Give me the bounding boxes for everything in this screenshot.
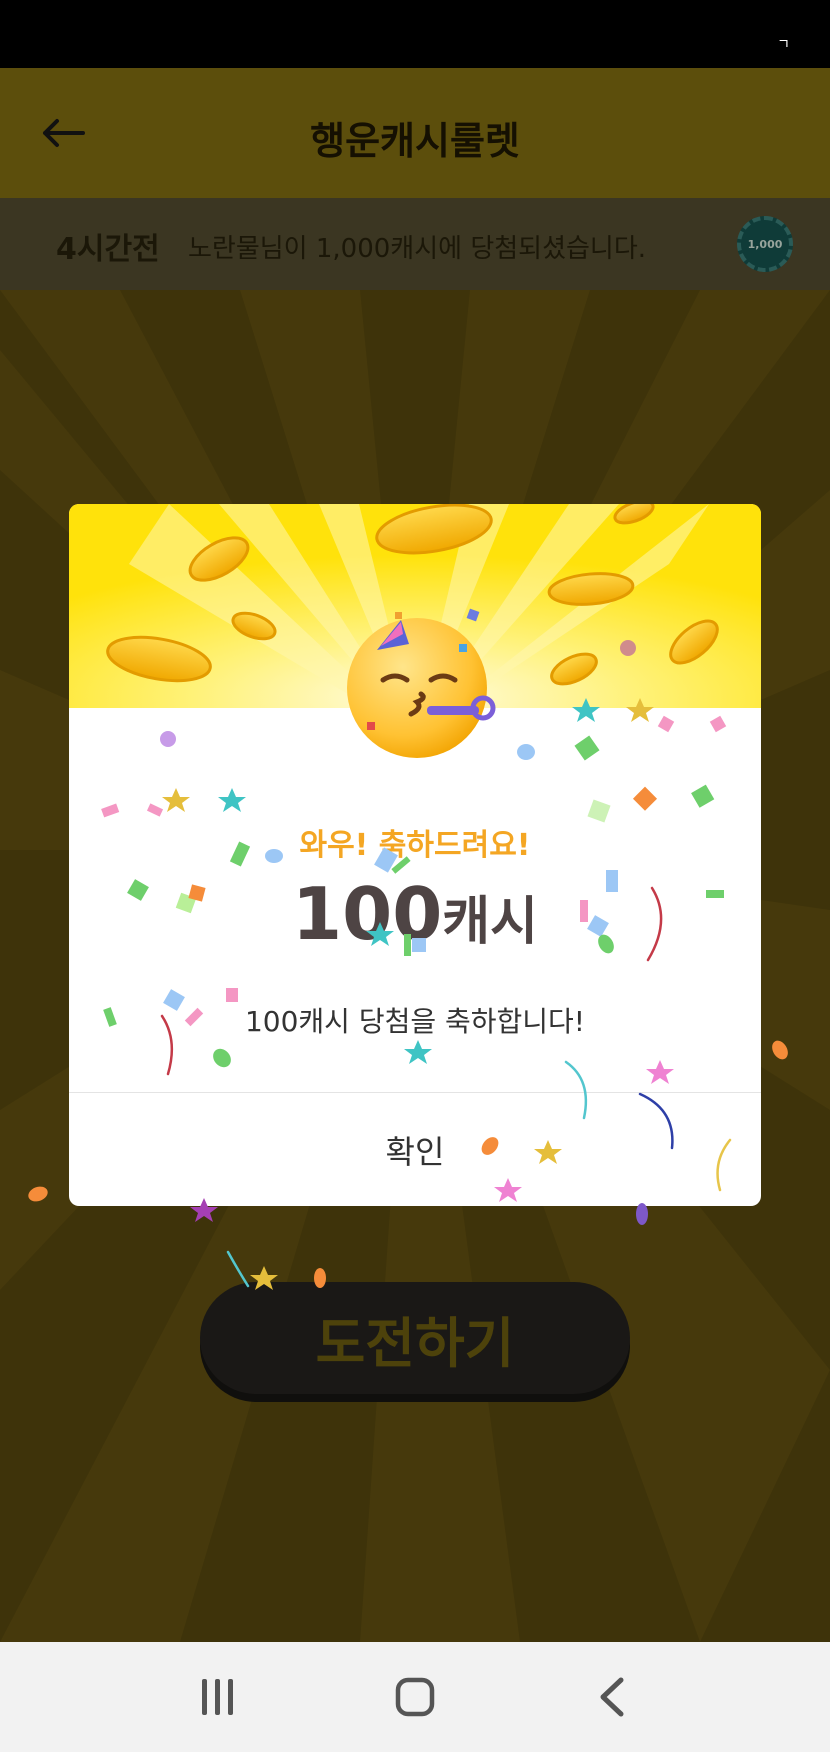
app-header: 행운캐시룰렛: [0, 68, 830, 198]
status-bar: ㄱ: [0, 0, 830, 68]
back-chevron-icon: [600, 1677, 624, 1717]
coin-badge-label: 1,000: [747, 237, 783, 251]
ticker-message: 노란물님이 1,000캐시에 당첨되셨습니다.: [188, 234, 647, 264]
party-face-icon: [347, 612, 496, 758]
nav-back-button[interactable]: [572, 1662, 652, 1732]
page-title: 행운캐시룰렛: [310, 119, 520, 163]
congrats-text: 와우! 축하드려요!: [299, 828, 531, 863]
status-indicator: ㄱ: [777, 37, 790, 53]
system-nav-bar: [0, 1642, 830, 1752]
home-icon: [395, 1677, 435, 1717]
win-dialog: 와우! 축하드려요! 100캐시 100캐시 당첨을 축하합니다! 확인: [69, 504, 761, 1206]
coin-badge-icon: 1,000: [737, 216, 793, 272]
recent-apps-icon: [202, 1679, 234, 1715]
prize-number: 100: [292, 872, 443, 956]
challenge-button[interactable]: 도전하기: [200, 1282, 630, 1394]
confirm-button[interactable]: 확인: [69, 1093, 761, 1206]
challenge-button-label: 도전하기: [315, 1311, 515, 1375]
recent-apps-button[interactable]: [178, 1662, 258, 1732]
ticker-time: 4시간전: [56, 232, 160, 267]
home-button[interactable]: [375, 1662, 455, 1732]
prize-description: 100캐시 당첨을 축하합니다!: [244, 1005, 586, 1038]
winner-ticker: 4시간전 노란물님이 1,000캐시에 당첨되셨습니다.: [0, 198, 830, 290]
prize-unit: 캐시: [442, 892, 538, 952]
prize-amount: 100캐시: [69, 872, 761, 956]
